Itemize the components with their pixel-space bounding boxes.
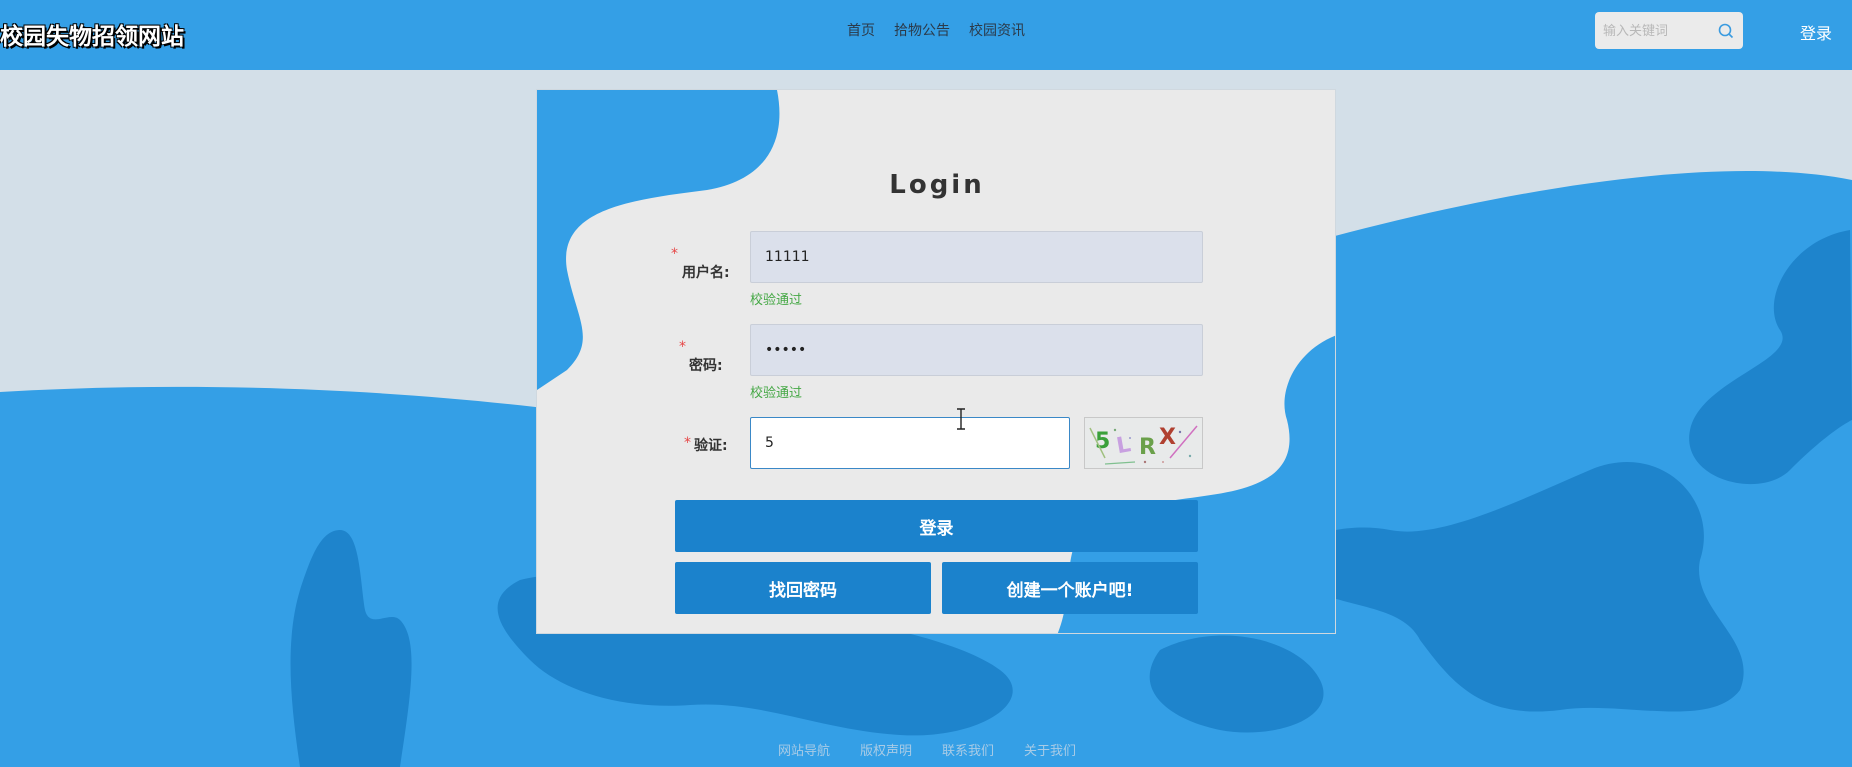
username-label: 用户名: — [682, 265, 730, 281]
login-card: Login * 用户名: 校验通过 * 密码: 校验通过 * 验证: 5 L R… — [536, 89, 1336, 634]
create-account-button[interactable]: 创建一个账户吧! — [942, 562, 1198, 614]
main-nav: 首页 拾物公告 校园资讯 — [847, 20, 1025, 40]
login-button[interactable]: 登录 — [675, 500, 1198, 552]
nav-item-found-notices[interactable]: 拾物公告 — [894, 20, 950, 40]
search-icon[interactable] — [1717, 22, 1735, 40]
username-field[interactable] — [750, 231, 1203, 283]
captcha-image[interactable]: 5 L R X — [1084, 417, 1203, 469]
required-mark: * — [671, 246, 678, 262]
nav-item-home[interactable]: 首页 — [847, 20, 875, 40]
top-header: 校园失物招领网站 首页 拾物公告 校园资讯 登录 — [0, 0, 1852, 70]
required-mark: * — [684, 435, 691, 451]
required-mark: * — [679, 339, 686, 355]
find-password-button[interactable]: 找回密码 — [675, 562, 931, 614]
footer-link-about[interactable]: 关于我们 — [1024, 740, 1076, 759]
password-valid-status: 校验通过 — [750, 386, 803, 401]
footer-link-site-nav[interactable]: 网站导航 — [778, 740, 830, 759]
password-field[interactable] — [750, 324, 1203, 376]
password-label: 密码: — [689, 358, 723, 374]
search-input[interactable] — [1603, 21, 1713, 41]
username-valid-status: 校验通过 — [750, 293, 803, 308]
svg-text:R: R — [1139, 435, 1156, 460]
captcha-label: 验证: — [694, 438, 728, 454]
footer-link-contact[interactable]: 联系我们 — [942, 740, 994, 759]
login-title: Login — [889, 170, 985, 200]
search-box — [1595, 12, 1743, 49]
captcha-input[interactable] — [750, 417, 1070, 469]
footer-link-copyright[interactable]: 版权声明 — [860, 740, 912, 759]
text-cursor-icon — [957, 408, 965, 430]
nav-item-campus-news[interactable]: 校园资讯 — [969, 20, 1025, 40]
site-brand[interactable]: 校园失物招领网站 — [0, 17, 184, 51]
svg-text:L: L — [1115, 432, 1133, 459]
footer-links: 网站导航 版权声明 联系我们 关于我们 — [778, 740, 1076, 759]
svg-text:X: X — [1159, 425, 1176, 450]
header-login-link[interactable]: 登录 — [1800, 20, 1832, 44]
